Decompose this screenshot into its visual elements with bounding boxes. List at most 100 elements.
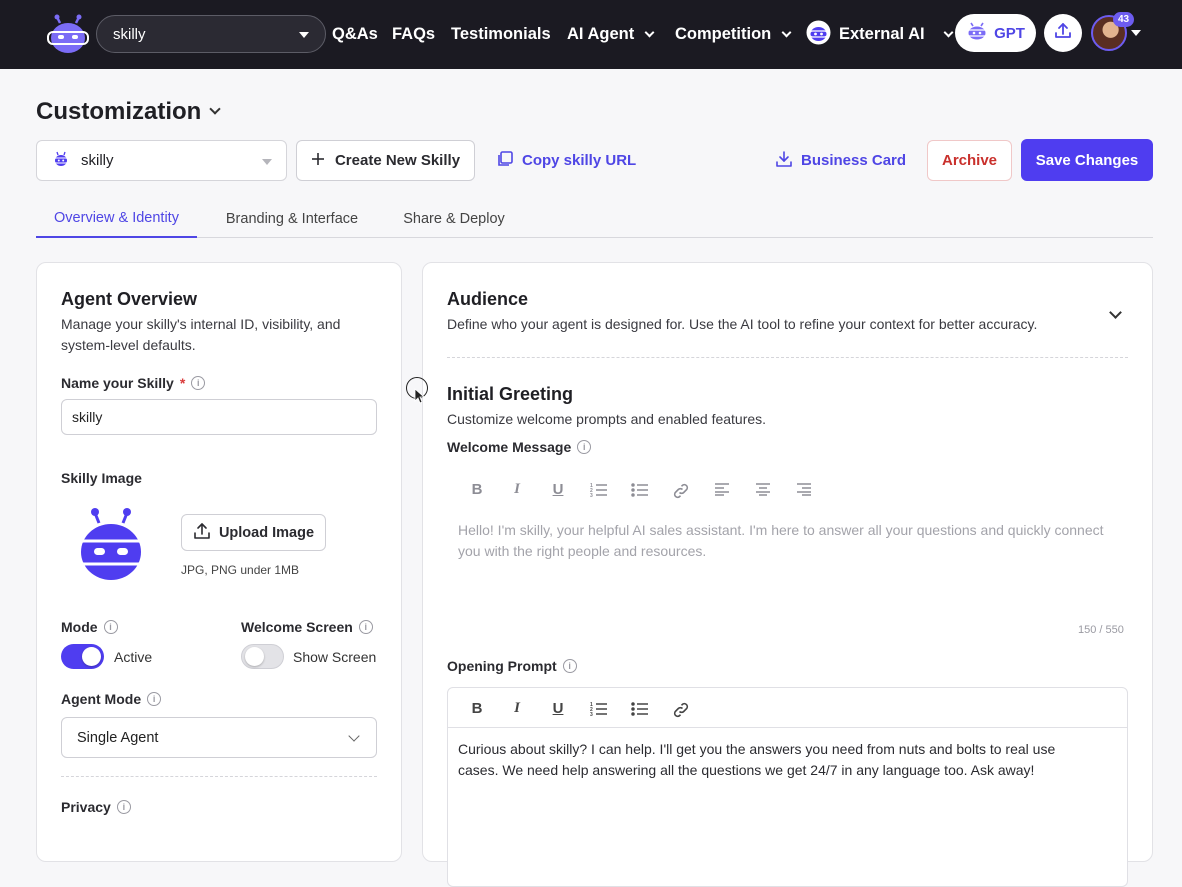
divider	[61, 776, 377, 777]
copy-url-button[interactable]: Copy skilly URL	[496, 140, 636, 181]
business-card-button[interactable]: Business Card	[775, 140, 906, 181]
bold-icon[interactable]: B	[467, 481, 487, 498]
page-title[interactable]: Customization	[36, 98, 221, 126]
agent-mode-label-text: Agent Mode	[61, 691, 142, 707]
bullet-list-icon[interactable]	[630, 701, 650, 721]
welcome-screen-label: Welcome Screen i	[241, 619, 373, 635]
chevron-down-icon	[348, 730, 360, 742]
agent-mode-select[interactable]: Single Agent	[61, 717, 377, 758]
gpt-button[interactable]: GPT	[955, 14, 1036, 52]
upload-image-label: Upload Image	[218, 524, 315, 541]
required-mark: *	[179, 375, 186, 391]
save-changes-button[interactable]: Save Changes	[1021, 139, 1153, 181]
welcome-screen-toggle[interactable]	[241, 644, 284, 669]
copy-icon	[496, 150, 514, 172]
info-icon[interactable]: i	[116, 800, 131, 814]
chevron-down-icon	[209, 103, 221, 115]
upload-hint: JPG, PNG under 1MB	[181, 563, 300, 577]
upload-icon	[1053, 21, 1073, 46]
nav-external-ai[interactable]: External AI	[806, 0, 954, 69]
upload-button[interactable]	[1044, 14, 1082, 52]
business-card-label: Business Card	[801, 152, 907, 169]
page-title-text: Customization	[36, 98, 202, 125]
link-icon[interactable]	[671, 482, 691, 504]
tab-branding-interface[interactable]: Branding & Interface	[214, 200, 370, 238]
nav-qas[interactable]: Q&As	[332, 0, 378, 69]
skilly-logo-icon[interactable]	[46, 14, 90, 54]
divider	[447, 357, 1128, 358]
archive-button[interactable]: Archive	[927, 140, 1012, 181]
nav-ai-agent-label: AI Agent	[567, 25, 635, 43]
privacy-label-text: Privacy	[61, 799, 111, 815]
create-new-skilly-label: Create New Skilly	[334, 152, 461, 169]
pointer-arrow-icon	[414, 388, 426, 409]
underline-icon[interactable]: U	[548, 700, 568, 717]
skilly-selector[interactable]: skilly	[96, 15, 326, 53]
italic-icon[interactable]: I	[507, 481, 527, 498]
bold-icon[interactable]: B	[467, 700, 487, 717]
top-navigation-bar: skilly Q&As FAQs Testimonials AI Agent C…	[0, 0, 1182, 69]
plus-icon	[311, 152, 325, 170]
numbered-list-icon[interactable]: 123	[589, 701, 609, 721]
skilly-image-label: Skilly Image	[61, 470, 142, 486]
numbered-list-icon[interactable]: 123	[589, 482, 609, 502]
initial-greeting-description: Customize welcome prompts and enabled fe…	[447, 411, 767, 427]
tab-overview-identity[interactable]: Overview & Identity	[36, 200, 197, 238]
audience-expand-chevron-icon[interactable]	[1109, 306, 1122, 319]
svg-text:3: 3	[590, 712, 593, 717]
audience-title: Audience	[447, 289, 529, 309]
nav-faqs[interactable]: FAQs	[392, 0, 435, 69]
gpt-button-label: GPT	[994, 24, 1025, 42]
italic-icon[interactable]: I	[507, 700, 527, 717]
info-icon[interactable]: i	[562, 659, 577, 673]
chevron-down-icon	[943, 27, 954, 38]
tab-share-deploy[interactable]: Share & Deploy	[394, 200, 514, 238]
audience-description: Define who your agent is designed for. U…	[447, 316, 1038, 332]
align-left-icon[interactable]	[712, 482, 732, 500]
info-icon[interactable]: i	[103, 620, 118, 634]
audience-greeting-card: Audience Define who your agent is design…	[422, 262, 1153, 887]
bullet-list-icon[interactable]	[630, 482, 650, 502]
caret-down-icon	[299, 32, 309, 38]
account-caret-icon[interactable]	[1131, 30, 1141, 36]
name-skilly-label: Name your Skilly * i	[61, 375, 206, 391]
privacy-label: Privacy i	[61, 799, 131, 815]
name-skilly-label-text: Name your Skilly	[61, 375, 174, 391]
info-icon[interactable]: i	[577, 440, 592, 454]
align-right-icon[interactable]	[794, 482, 814, 500]
upload-icon	[193, 522, 211, 544]
welcome-message-label-text: Welcome Message	[447, 439, 572, 455]
caret-down-icon	[262, 159, 272, 165]
nav-competition-label: Competition	[675, 25, 772, 43]
welcome-message-editor[interactable]: Hello! I'm skilly, your helpful AI sales…	[458, 520, 1108, 562]
skilly-name-input[interactable]: skilly	[61, 399, 377, 435]
nav-testimonials[interactable]: Testimonials	[451, 0, 551, 69]
link-icon[interactable]	[671, 701, 691, 723]
skilly-dropdown[interactable]: skilly	[36, 140, 287, 181]
welcome-screen-label-text: Welcome Screen	[241, 619, 353, 635]
nav-ai-agent[interactable]: AI Agent	[567, 0, 655, 69]
welcome-screen-value: Show Screen	[293, 649, 377, 665]
info-icon[interactable]: i	[147, 692, 162, 706]
agent-overview-card: Agent Overview Manage your skilly's inte…	[36, 262, 402, 862]
underline-icon[interactable]: U	[548, 481, 568, 498]
upload-image-button[interactable]: Upload Image	[181, 514, 326, 551]
mode-label-text: Mode	[61, 619, 98, 635]
download-icon	[775, 150, 793, 172]
opening-prompt-text[interactable]: Curious about skilly? I can help. I'll g…	[458, 739, 1098, 781]
nav-external-ai-label: External AI	[839, 25, 925, 43]
mode-toggle[interactable]	[61, 644, 104, 669]
create-new-skilly-button[interactable]: Create New Skilly	[296, 140, 475, 181]
agent-mode-value: Single Agent	[77, 729, 159, 746]
info-icon[interactable]: i	[358, 620, 373, 634]
chevron-down-icon	[781, 27, 792, 38]
initial-greeting-title: Initial Greeting	[447, 384, 574, 404]
chevron-down-icon	[644, 27, 655, 38]
skilly-dropdown-value: skilly	[81, 152, 114, 169]
info-icon[interactable]: i	[191, 376, 206, 390]
nav-competition[interactable]: Competition	[675, 0, 792, 69]
align-center-icon[interactable]	[753, 482, 773, 500]
welcome-message-label: Welcome Message i	[447, 439, 592, 455]
skilly-robot-icon	[53, 151, 69, 171]
external-ai-robot-icon	[806, 20, 831, 50]
